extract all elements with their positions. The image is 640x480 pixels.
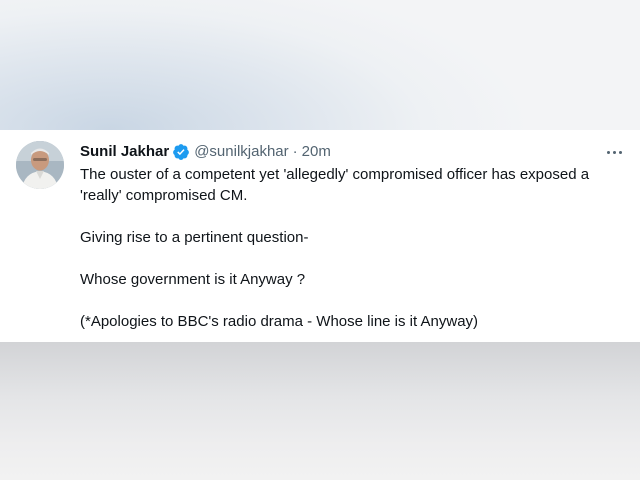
blurred-background-top <box>0 0 640 130</box>
author-handle[interactable]: @sunilkjakhar <box>194 142 288 162</box>
author-name[interactable]: Sunil Jakhar <box>80 142 169 162</box>
avatar-image <box>16 141 64 189</box>
screenshot-frame: Sunil Jakhar @sunilkjakhar · 20m The ous… <box>0 0 640 480</box>
tweet-paragraph: Whose government is it Anyway ? <box>80 271 306 288</box>
more-dot <box>618 150 622 154</box>
verified-badge-icon <box>173 144 190 160</box>
tweet-paragraph: (*Apologies to BBC's radio drama - Whose… <box>80 313 479 330</box>
tweet-text: The ouster of a competent yet 'allegedly… <box>80 164 628 332</box>
tweet-paragraph: The ouster of a competent yet 'allegedly… <box>80 166 590 204</box>
more-dot <box>606 150 610 154</box>
blurred-background-bottom <box>0 342 640 480</box>
avatar[interactable] <box>16 141 64 189</box>
tweet-timestamp[interactable]: 20m <box>302 142 331 162</box>
more-dot <box>612 150 616 154</box>
tweet-header: Sunil Jakhar @sunilkjakhar · 20m <box>80 142 331 162</box>
tweet-card[interactable]: Sunil Jakhar @sunilkjakhar · 20m The ous… <box>0 130 640 342</box>
more-options-icon[interactable] <box>602 140 626 164</box>
header-separator: · <box>292 143 298 160</box>
tweet-paragraph: Giving rise to a pertinent question- <box>80 229 309 246</box>
